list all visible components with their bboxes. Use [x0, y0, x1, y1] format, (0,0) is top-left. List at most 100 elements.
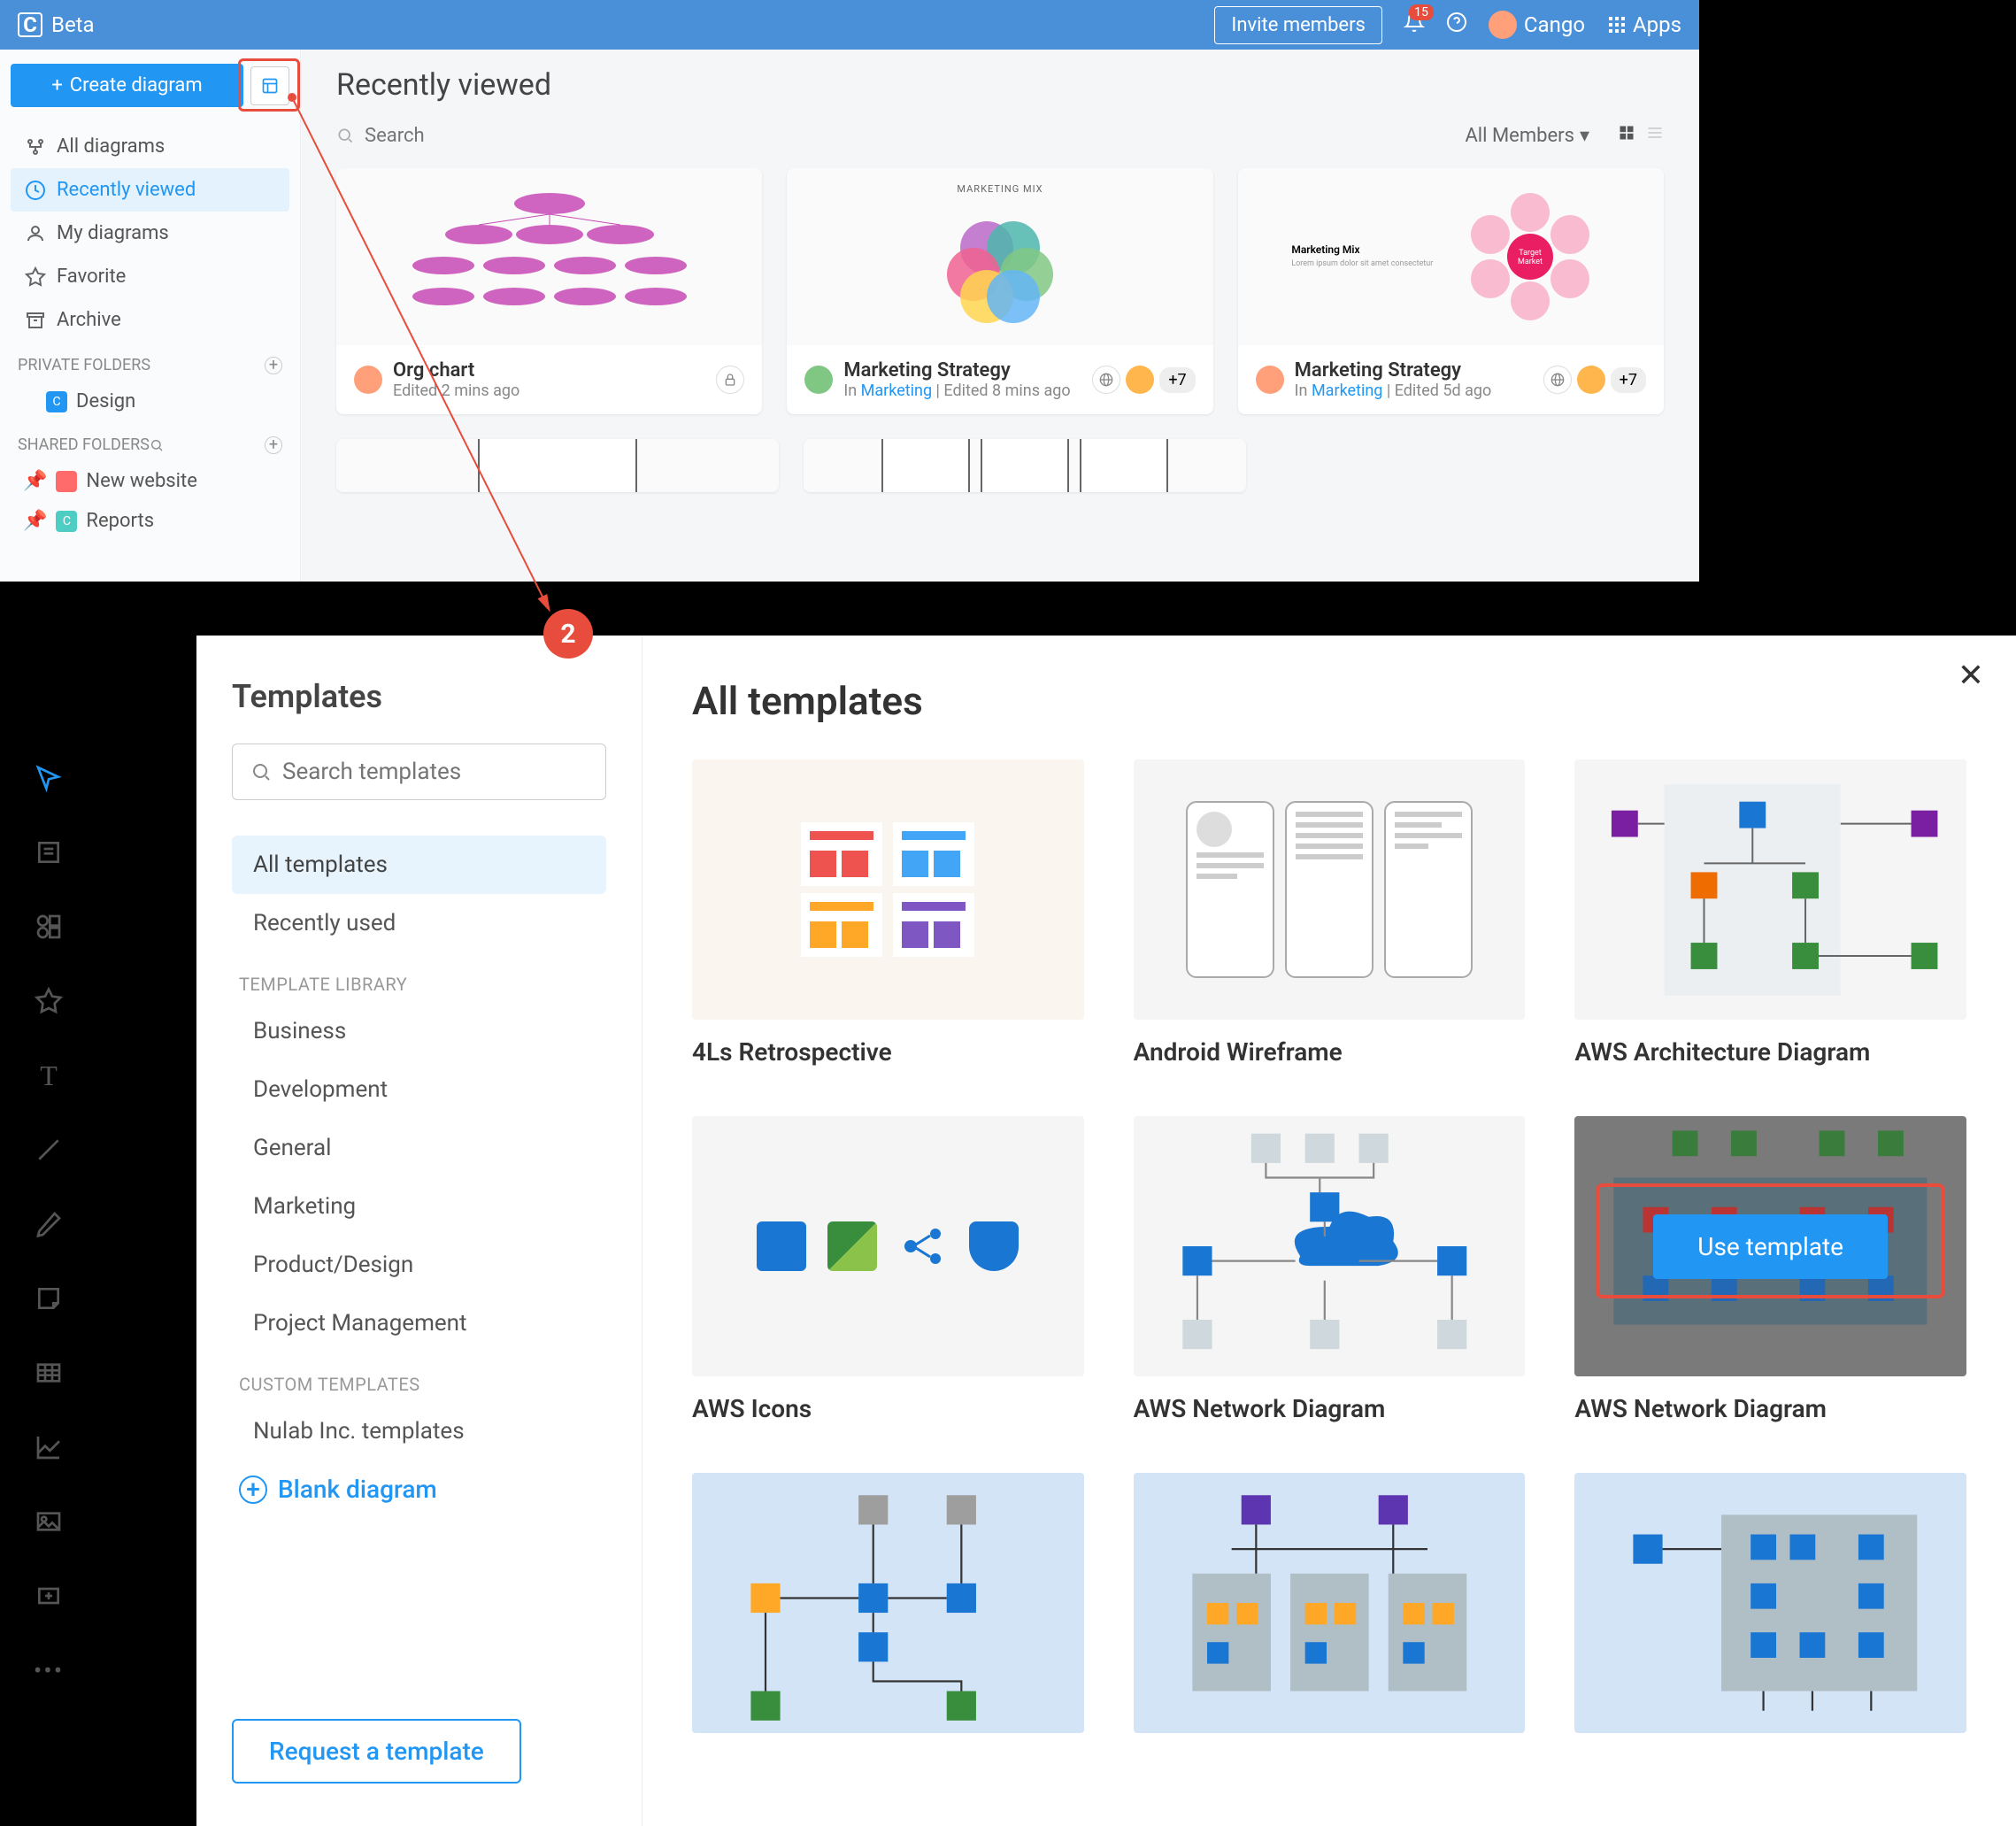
nav-all-diagrams[interactable]: All diagrams	[11, 125, 289, 168]
more-collaborators[interactable]: +7	[1611, 367, 1646, 393]
apps-button[interactable]: Apps	[1606, 12, 1681, 37]
chart-tool[interactable]	[30, 1429, 67, 1466]
templates-main-title: All templates	[692, 678, 1966, 724]
templates-search-input[interactable]	[282, 759, 588, 785]
add-folder-icon[interactable]: +	[265, 436, 282, 454]
folder-icon: C	[46, 391, 67, 412]
folder-icon: C	[56, 511, 77, 532]
card-meta: Edited 2 mins ago	[393, 381, 705, 400]
template-aws-icons[interactable]: AWS Icons	[692, 1116, 1084, 1423]
user-avatar	[1489, 11, 1517, 39]
app-header: C Beta 1 Invite members 15 Cango Apps	[0, 0, 1699, 50]
custom-nulab[interactable]: Nulab Inc. templates	[232, 1402, 606, 1460]
template-title: AWS Network Diagram	[1134, 1394, 1526, 1423]
nav-archive[interactable]: Archive	[11, 298, 289, 342]
request-template-button[interactable]: Request a template	[232, 1719, 521, 1784]
cursor-tool[interactable]	[30, 759, 67, 797]
nav-my-diagrams[interactable]: My diagrams	[11, 212, 289, 255]
templates-panel: Templates All templates Recently used TE…	[196, 636, 2016, 1826]
sidebar: + Create diagram All diagrams Recently v…	[0, 50, 301, 582]
lock-icon	[716, 366, 744, 394]
templates-overlay: 2 T ••• Templates All templates Recently…	[0, 636, 2016, 1826]
lib-marketing[interactable]: Marketing	[232, 1177, 606, 1236]
use-template-button[interactable]: Use template	[1653, 1214, 1888, 1279]
template-picker-button[interactable]	[250, 66, 289, 105]
shared-folders-header: SHARED FOLDERS +	[11, 421, 289, 461]
card-meta: In Marketing | Edited 8 mins ago	[843, 381, 1081, 400]
template-card[interactable]	[692, 1473, 1084, 1751]
search-input[interactable]	[365, 125, 611, 147]
create-diagram-button[interactable]: + Create diagram	[11, 64, 243, 107]
template-android-wireframe[interactable]: Android Wireframe	[1134, 759, 1526, 1067]
template-title: AWS Icons	[692, 1394, 1084, 1423]
member-filter[interactable]: All Members ▾	[1465, 125, 1589, 147]
nav-recently-viewed[interactable]: Recently viewed	[11, 168, 289, 212]
template-card[interactable]	[1574, 1473, 1966, 1751]
template-card[interactable]	[1134, 1473, 1526, 1751]
line-tool[interactable]	[30, 1131, 67, 1168]
template-aws-architecture[interactable]: AWS Architecture Diagram	[1574, 759, 1966, 1067]
type-tool[interactable]: T	[30, 1057, 67, 1094]
notification-count: 15	[1409, 4, 1434, 20]
globe-icon	[1543, 366, 1572, 394]
diagram-card[interactable]: Org chart Edited 2 mins ago	[336, 168, 762, 414]
globe-icon	[1092, 366, 1120, 394]
nav-favorite[interactable]: Favorite	[11, 255, 289, 298]
folder-new-website[interactable]: 📌 New website	[11, 461, 289, 501]
collaborator-avatar	[1577, 366, 1605, 394]
card-title: Marketing Strategy	[843, 359, 1081, 381]
nav-recently-used[interactable]: Recently used	[232, 894, 606, 952]
invite-members-button[interactable]: Invite members	[1214, 6, 1382, 44]
lib-product-design[interactable]: Product/Design	[232, 1236, 606, 1294]
templates-title: Templates	[232, 678, 606, 715]
template-library-header: TEMPLATE LIBRARY	[232, 952, 606, 1002]
folder-design[interactable]: C Design	[11, 381, 289, 421]
list-view-button[interactable]	[1646, 124, 1664, 147]
lib-project-management[interactable]: Project Management	[232, 1294, 606, 1352]
more-collaborators[interactable]: +7	[1159, 367, 1195, 393]
pin-icon: 📌	[23, 470, 47, 492]
app-dashboard: C Beta 1 Invite members 15 Cango Apps	[0, 0, 1699, 582]
lib-general[interactable]: General	[232, 1119, 606, 1177]
diagram-icon	[25, 136, 46, 158]
table-tool[interactable]	[30, 1354, 67, 1391]
diagram-card[interactable]: MARKETING MIX	[787, 168, 1212, 414]
grid-view-button[interactable]	[1618, 124, 1635, 147]
editor-toolbar: T •••	[0, 759, 97, 1689]
close-button[interactable]: ✕	[1958, 657, 1984, 694]
embed-tool[interactable]	[30, 1577, 67, 1614]
templates-sidebar: Templates All templates Recently used TE…	[196, 636, 643, 1826]
diagram-card[interactable]: Marketing Mix Lorem ipsum dolor sit amet…	[1238, 168, 1664, 414]
clock-icon	[25, 180, 46, 201]
star-tool[interactable]	[30, 982, 67, 1020]
image-tool[interactable]	[30, 1503, 67, 1540]
user-menu[interactable]: Cango	[1489, 11, 1585, 39]
templates-search[interactable]	[232, 743, 606, 800]
notifications-button[interactable]: 15	[1404, 12, 1425, 38]
shapes-tool[interactable]	[30, 908, 67, 945]
card-thumbnail: Marketing Mix Lorem ipsum dolor sit amet…	[1238, 168, 1664, 345]
plus-icon: +	[51, 74, 62, 96]
pin-icon: 📌	[23, 510, 47, 532]
help-button[interactable]	[1446, 12, 1467, 38]
card-thumbnail: MARKETING MIX	[787, 168, 1212, 345]
lib-development[interactable]: Development	[232, 1060, 606, 1119]
plus-circle-icon: +	[239, 1475, 267, 1504]
nav-all-templates[interactable]: All templates	[232, 836, 606, 894]
template-aws-network[interactable]: AWS Network Diagram	[1134, 1116, 1526, 1423]
templates-main: ✕ All templates 4Ls Retro	[643, 636, 2016, 1826]
folder-icon	[56, 471, 77, 492]
template-aws-network-hovered[interactable]: Use template AWS Network Diagram	[1574, 1116, 1966, 1423]
more-tool[interactable]: •••	[30, 1652, 67, 1689]
text-panel-tool[interactable]	[30, 834, 67, 871]
pen-tool[interactable]	[30, 1206, 67, 1243]
add-folder-icon[interactable]: +	[265, 357, 282, 374]
custom-templates-header: CUSTOM TEMPLATES	[232, 1352, 606, 1402]
app-logo[interactable]: C	[18, 12, 42, 37]
folder-reports[interactable]: 📌 C Reports	[11, 501, 289, 541]
blank-diagram-button[interactable]: + Blank diagram	[232, 1460, 606, 1518]
template-4ls[interactable]: 4Ls Retrospective	[692, 759, 1084, 1067]
lib-business[interactable]: Business	[232, 1002, 606, 1060]
search-icon[interactable]	[150, 438, 164, 452]
note-tool[interactable]	[30, 1280, 67, 1317]
